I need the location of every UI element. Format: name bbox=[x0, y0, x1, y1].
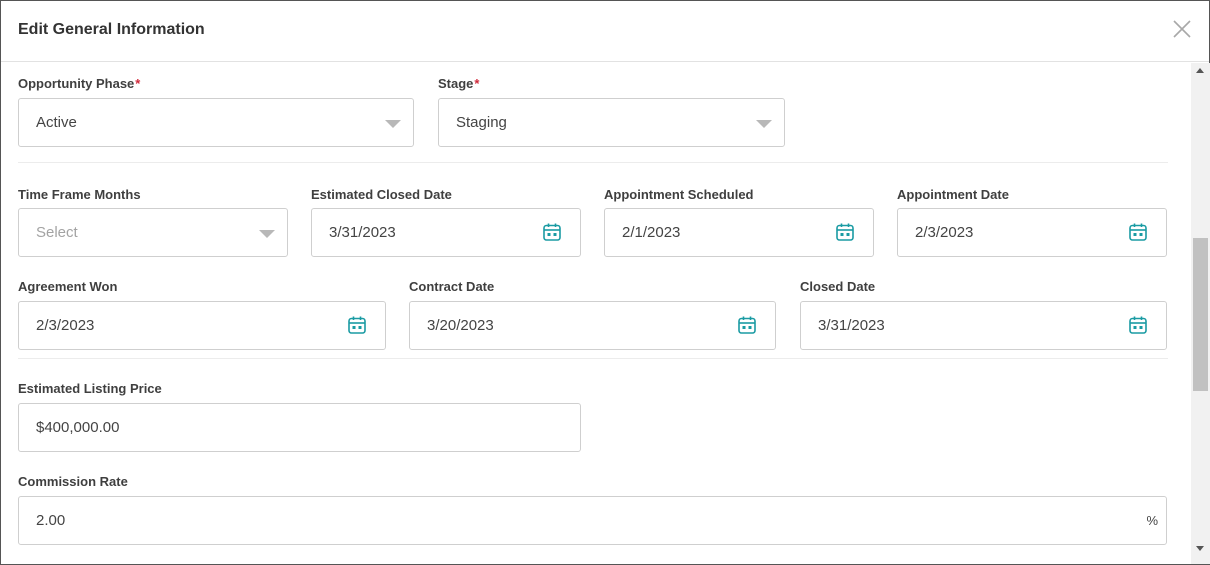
estimated-closed-date-value: 3/31/2023 bbox=[329, 224, 396, 241]
dialog-title: Edit General Information bbox=[18, 21, 205, 38]
contract-date-label: Contract Date bbox=[409, 279, 495, 294]
required-marker: * bbox=[474, 76, 480, 91]
estimated-closed-date-input[interactable]: 3/31/2023 bbox=[311, 208, 581, 257]
chevron-down-icon bbox=[385, 120, 401, 128]
agreement-won-input[interactable]: 2/3/2023 bbox=[18, 301, 386, 350]
commission-rate-value: 2.00 bbox=[36, 512, 66, 529]
time-frame-months-select[interactable]: Select bbox=[18, 208, 288, 257]
appointment-date-value: 2/3/2023 bbox=[915, 224, 974, 241]
dialog-body: Opportunity Phase* Active Stage* Staging… bbox=[1, 63, 1191, 564]
edit-general-information-dialog: Edit General Information Opportunity Pha… bbox=[0, 0, 1210, 565]
stage-label: Stage* bbox=[438, 76, 480, 91]
closed-date-label: Closed Date bbox=[800, 279, 876, 294]
time-frame-months-placeholder: Select bbox=[36, 224, 78, 241]
vertical-scrollbar[interactable] bbox=[1191, 63, 1210, 564]
scrollbar-thumb[interactable] bbox=[1193, 238, 1208, 391]
scroll-down-arrow-icon[interactable] bbox=[1196, 546, 1204, 551]
estimated-closed-date-label: Estimated Closed Date bbox=[311, 187, 452, 202]
calendar-icon[interactable] bbox=[347, 315, 367, 335]
section-divider bbox=[18, 358, 1168, 359]
appointment-scheduled-value: 2/1/2023 bbox=[622, 224, 681, 241]
commission-rate-label: Commission Rate bbox=[18, 474, 128, 489]
calendar-icon[interactable] bbox=[737, 315, 757, 335]
required-marker: * bbox=[135, 76, 141, 91]
section-divider bbox=[18, 162, 1168, 163]
estimated-listing-price-label: Estimated Listing Price bbox=[18, 381, 162, 396]
close-icon[interactable] bbox=[1170, 17, 1194, 41]
scroll-up-arrow-icon[interactable] bbox=[1196, 68, 1204, 73]
opportunity-phase-label: Opportunity Phase* bbox=[18, 76, 141, 91]
opportunity-phase-value: Active bbox=[36, 114, 77, 131]
time-frame-months-label: Time Frame Months bbox=[18, 187, 141, 202]
percent-suffix: % bbox=[1146, 513, 1158, 528]
stage-select[interactable]: Staging bbox=[438, 98, 785, 147]
estimated-listing-price-value: $400,000.00 bbox=[36, 419, 120, 436]
agreement-won-label: Agreement Won bbox=[18, 279, 118, 294]
appointment-date-input[interactable]: 2/3/2023 bbox=[897, 208, 1167, 257]
appointment-scheduled-input[interactable]: 2/1/2023 bbox=[604, 208, 874, 257]
closed-date-value: 3/31/2023 bbox=[818, 317, 885, 334]
calendar-icon[interactable] bbox=[542, 222, 562, 242]
opportunity-phase-select[interactable]: Active bbox=[18, 98, 414, 147]
chevron-down-icon bbox=[756, 120, 772, 128]
closed-date-input[interactable]: 3/31/2023 bbox=[800, 301, 1167, 350]
commission-rate-input[interactable]: 2.00 % bbox=[18, 496, 1167, 545]
calendar-icon[interactable] bbox=[1128, 315, 1148, 335]
calendar-icon[interactable] bbox=[835, 222, 855, 242]
calendar-icon[interactable] bbox=[1128, 222, 1148, 242]
appointment-scheduled-label: Appointment Scheduled bbox=[604, 187, 754, 202]
stage-value: Staging bbox=[456, 114, 507, 131]
estimated-listing-price-input[interactable]: $400,000.00 bbox=[18, 403, 581, 452]
chevron-down-icon bbox=[259, 230, 275, 238]
agreement-won-value: 2/3/2023 bbox=[36, 317, 95, 334]
dialog-header: Edit General Information bbox=[1, 1, 1209, 62]
appointment-date-label: Appointment Date bbox=[897, 187, 1009, 202]
contract-date-input[interactable]: 3/20/2023 bbox=[409, 301, 776, 350]
contract-date-value: 3/20/2023 bbox=[427, 317, 494, 334]
